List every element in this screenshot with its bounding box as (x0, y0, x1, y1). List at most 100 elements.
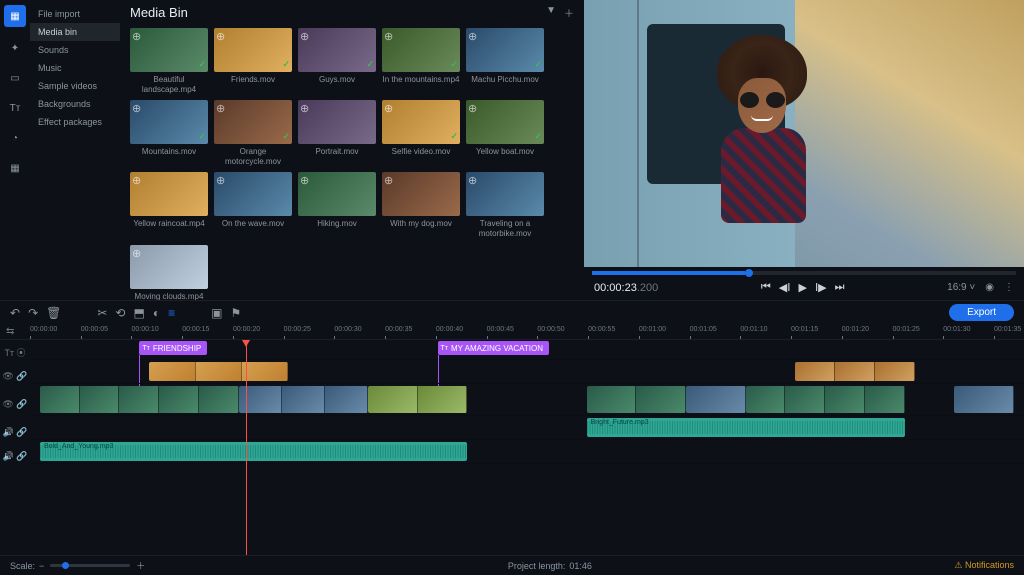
media-thumbnail[interactable] (382, 28, 460, 72)
audio-track-1[interactable]: Bright_Future.mp3 (30, 416, 1024, 440)
grid-icon[interactable]: ▦ (6, 159, 24, 177)
video-track-main[interactable] (30, 384, 1024, 416)
audio-track-2[interactable]: Bold_And_Young.mp3 (30, 440, 1024, 464)
media-label: Selfie video.mov (392, 147, 451, 157)
cut-icon[interactable]: ✂ (97, 306, 107, 320)
sidebar-item-sample-videos[interactable]: Sample videos (30, 77, 120, 95)
sidebar-item-sounds[interactable]: Sounds (30, 41, 120, 59)
sidebar-item-music[interactable]: Music (30, 59, 120, 77)
media-item[interactable]: Moving clouds.mp4 (130, 245, 208, 300)
notifications-button[interactable]: Notifications (954, 560, 1014, 571)
crop-icon[interactable]: ⬒ (133, 306, 144, 320)
media-thumbnail[interactable] (382, 100, 460, 144)
media-item[interactable]: Yellow boat.mov (466, 100, 544, 166)
track-header-a1[interactable]: 🔊 🔗 (0, 420, 30, 444)
audio-clip[interactable]: Bold_And_Young.mp3 (40, 442, 467, 461)
video-clip[interactable] (149, 362, 288, 381)
timeline-marker[interactable]: FRIENDSHIP (139, 341, 207, 355)
media-item[interactable]: On the wave.mov (214, 172, 292, 238)
snapshot-icon[interactable]: ◉ (985, 282, 994, 293)
trans-icon[interactable]: ▣ (211, 306, 222, 320)
media-thumbnail[interactable] (214, 172, 292, 216)
media-thumbnail[interactable] (214, 28, 292, 72)
media-item[interactable]: Portrait.mov (298, 100, 376, 166)
video-clip[interactable] (954, 386, 1014, 413)
scale-minus[interactable]: − (39, 561, 44, 571)
skip-end-icon[interactable]: ⏭ (835, 281, 845, 294)
zoom-fit-icon[interactable]: ⇆ (6, 326, 14, 337)
sparkle-icon[interactable]: ✦ (6, 39, 24, 57)
props-icon[interactable]: ≡ (168, 306, 175, 320)
drop-icon[interactable]: ◔ (6, 129, 24, 147)
media-label: Hiking.mov (317, 219, 357, 229)
video-track-upper[interactable] (30, 360, 1024, 384)
media-item[interactable]: Yellow raincoat.mp4 (130, 172, 208, 238)
preview-scrubber[interactable] (592, 271, 1016, 275)
color-icon[interactable]: ◐ (153, 306, 160, 320)
skip-start-icon[interactable]: ⏮ (761, 281, 771, 294)
track-header-marker[interactable]: Tᴛ ⦿ (0, 340, 30, 364)
video-clip[interactable] (368, 386, 467, 413)
aspect-ratio[interactable]: 16:9 ˅ (947, 282, 975, 293)
scale-plus[interactable]: ＋ (136, 559, 145, 572)
scale-slider[interactable] (50, 564, 130, 567)
media-item[interactable]: Selfie video.mov (382, 100, 460, 166)
timeline-ruler[interactable]: ⇆ 00:00:0000:00:0500:00:1000:00:1500:00:… (0, 324, 1024, 340)
rotate-icon[interactable]: ⟲ (115, 306, 125, 320)
video-clip[interactable] (239, 386, 368, 413)
delete-icon[interactable]: 🗑 (46, 306, 61, 320)
track-header-v2[interactable]: 👁 🔗 (0, 364, 30, 388)
media-thumbnail[interactable] (130, 28, 208, 72)
flag-icon[interactable]: ⚑ (230, 306, 241, 320)
media-thumbnail[interactable] (466, 172, 544, 216)
redo-icon[interactable]: ↷ (28, 306, 38, 320)
filter-icon[interactable]: ▼ (546, 5, 556, 20)
track-header-v1[interactable]: 👁 🔗 (0, 388, 30, 420)
sidebar-item-media-bin[interactable]: Media bin (30, 23, 120, 41)
playhead[interactable] (246, 340, 247, 555)
media-thumbnail[interactable] (298, 28, 376, 72)
media-item[interactable]: Machu Picchu.mov (466, 28, 544, 94)
media-thumbnail[interactable] (466, 100, 544, 144)
timeline-marker[interactable]: MY AMAZING VACATION (438, 341, 550, 355)
media-item[interactable]: In the mountains.mp4 (382, 28, 460, 94)
media-thumbnail[interactable] (130, 100, 208, 144)
import-icon[interactable]: ▦ (4, 5, 26, 27)
media-thumbnail[interactable] (130, 245, 208, 289)
video-clip[interactable] (795, 362, 914, 381)
media-thumbnail[interactable] (298, 100, 376, 144)
media-item[interactable]: Guys.mov (298, 28, 376, 94)
add-media-icon[interactable]: ＋ (564, 5, 574, 20)
video-clip[interactable] (686, 386, 746, 413)
media-item[interactable]: Mountains.mov (130, 100, 208, 166)
step-fwd-icon[interactable]: Ⅰ▶ (815, 281, 827, 294)
video-clip[interactable] (746, 386, 905, 413)
audio-clip[interactable]: Bright_Future.mp3 (587, 418, 905, 437)
video-clip[interactable] (40, 386, 239, 413)
media-item[interactable]: Traveling on a motorbike.mov (466, 172, 544, 238)
media-item[interactable]: Orange motorcycle.mov (214, 100, 292, 166)
media-thumbnail[interactable] (466, 28, 544, 72)
track-header-a2[interactable]: 🔊 🔗 (0, 444, 30, 468)
media-item[interactable]: Friends.mov (214, 28, 292, 94)
media-item[interactable]: With my dog.mov (382, 172, 460, 238)
media-item[interactable]: Beautiful landscape.mp4 (130, 28, 208, 94)
media-thumbnail[interactable] (382, 172, 460, 216)
more-icon[interactable]: ⋮ (1004, 282, 1014, 293)
media-item[interactable]: Hiking.mov (298, 172, 376, 238)
export-button[interactable]: Export (949, 304, 1014, 321)
text-icon[interactable]: Tᴛ (6, 99, 24, 117)
step-back-icon[interactable]: ◀Ⅰ (779, 281, 791, 294)
marker-track[interactable]: FRIENDSHIP MY AMAZING VACATION (30, 340, 1024, 360)
video-clip[interactable] (587, 386, 686, 413)
sidebar-item-effect-packages[interactable]: Effect packages (30, 113, 120, 131)
play-icon[interactable]: ▶ (798, 281, 806, 294)
sidebar-item-backgrounds[interactable]: Backgrounds (30, 95, 120, 113)
preview-image[interactable] (584, 0, 1024, 267)
sidebar-item-file-import[interactable]: File import (30, 5, 120, 23)
undo-icon[interactable]: ↶ (10, 306, 20, 320)
ratio-icon[interactable]: ▭ (6, 69, 24, 87)
media-thumbnail[interactable] (298, 172, 376, 216)
media-thumbnail[interactable] (214, 100, 292, 144)
media-thumbnail[interactable] (130, 172, 208, 216)
